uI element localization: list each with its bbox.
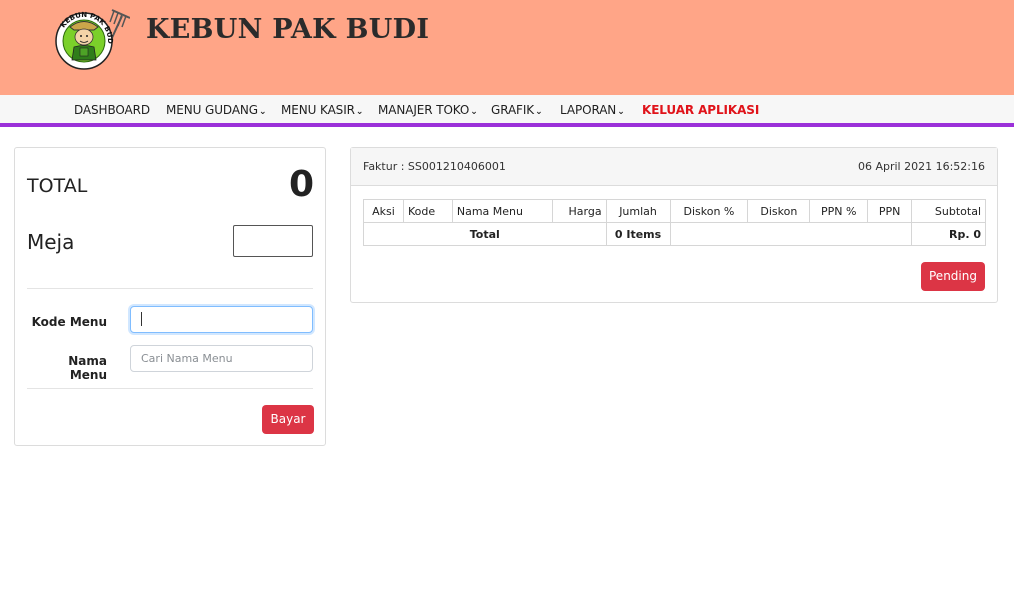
main-navbar: DASHBOARD MENU GUDANG⌄ MENU KASIR⌄ MANAJ… <box>0 95 1014 127</box>
col-jumlah: Jumlah <box>605 199 671 223</box>
divider <box>27 288 313 289</box>
col-kode: Kode <box>402 199 453 223</box>
nav-laporan[interactable]: LAPORAN⌄ <box>560 103 625 117</box>
total-row-label: Total <box>363 222 607 246</box>
meja-input[interactable] <box>233 225 313 257</box>
col-diskon: Diskon <box>747 199 811 223</box>
nav-dashboard-label: DASHBOARD <box>74 103 151 117</box>
nav-dashboard[interactable]: DASHBOARD <box>74 103 150 117</box>
farmer-logo-icon[interactable]: KEBUN PAK BUDI <box>49 0 131 74</box>
chevron-down-icon: ⌄ <box>535 107 543 117</box>
meja-label: Meja <box>27 230 75 254</box>
nav-menu-kasir[interactable]: MENU KASIR⌄ <box>281 103 363 117</box>
table-header-row: Aksi Kode Nama Menu Harga Jumlah Diskon … <box>363 199 986 223</box>
table-total-row: Total 0 Items Rp. 0 <box>363 222 986 246</box>
brand-title: KEBUN PAK BUDI <box>146 14 430 45</box>
chevron-down-icon: ⌄ <box>470 107 478 117</box>
nav-menu-kasir-label: MENU KASIR <box>281 103 355 117</box>
col-subtotal: Subtotal <box>911 199 986 223</box>
invoice-card: Faktur : SS001210406001 06 April 2021 16… <box>350 147 998 303</box>
nav-manajer-toko[interactable]: MANAJER TOKO⌄ <box>378 103 478 117</box>
chevron-down-icon: ⌄ <box>355 107 364 117</box>
total-amount: Rp. 0 <box>911 222 986 246</box>
nama-menu-label: Nama Menu <box>68 354 107 382</box>
nav-laporan-label: LAPORAN <box>560 103 617 117</box>
chevron-down-icon: ⌄ <box>617 107 625 117</box>
nav-logout[interactable]: KELUAR APLIKASI <box>642 103 759 117</box>
invoice-header: Faktur : SS001210406001 06 April 2021 16… <box>351 148 997 186</box>
col-harga: Harga <box>551 199 607 223</box>
col-ppn-persen: PPN % <box>809 199 869 223</box>
col-ppn: PPN <box>867 199 913 223</box>
total-items: 0 Items <box>605 222 671 246</box>
total-value: 0 <box>288 164 314 205</box>
invoice-datetime: 06 April 2021 16:52:16 <box>857 160 985 173</box>
col-aksi: Aksi <box>363 199 404 223</box>
col-nama-menu: Nama Menu <box>451 199 553 223</box>
faktur-number: Faktur : SS001210406001 <box>363 160 506 173</box>
kode-menu-label: Kode Menu <box>31 315 107 329</box>
col-diskon-persen: Diskon % <box>669 199 749 223</box>
nav-grafik[interactable]: GRAFIK⌄ <box>491 103 543 117</box>
nav-menu-gudang[interactable]: MENU GUDANG⌄ <box>166 103 267 117</box>
divider <box>27 388 313 389</box>
pending-button[interactable]: Pending <box>921 262 985 291</box>
nav-grafik-label: GRAFIK <box>491 103 535 117</box>
bayar-button[interactable]: Bayar <box>262 405 314 434</box>
kode-menu-input[interactable] <box>130 306 313 333</box>
nav-manajer-toko-label: MANAJER TOKO <box>378 103 470 117</box>
text-cursor <box>141 312 142 326</box>
nav-menu-gudang-label: MENU GUDANG <box>166 103 259 117</box>
chevron-down-icon: ⌄ <box>259 107 267 117</box>
nama-menu-input[interactable] <box>130 345 313 372</box>
total-row-spacer <box>669 222 913 246</box>
pos-input-card: TOTAL 0 Meja Kode Menu Nama Menu Bayar <box>14 147 326 446</box>
app-header: KEBUN PAK BUDI KEBUN PAK BUDI <box>0 0 1014 95</box>
total-label: TOTAL <box>27 175 88 197</box>
invoice-table: Aksi Kode Nama Menu Harga Jumlah Diskon … <box>363 199 986 246</box>
